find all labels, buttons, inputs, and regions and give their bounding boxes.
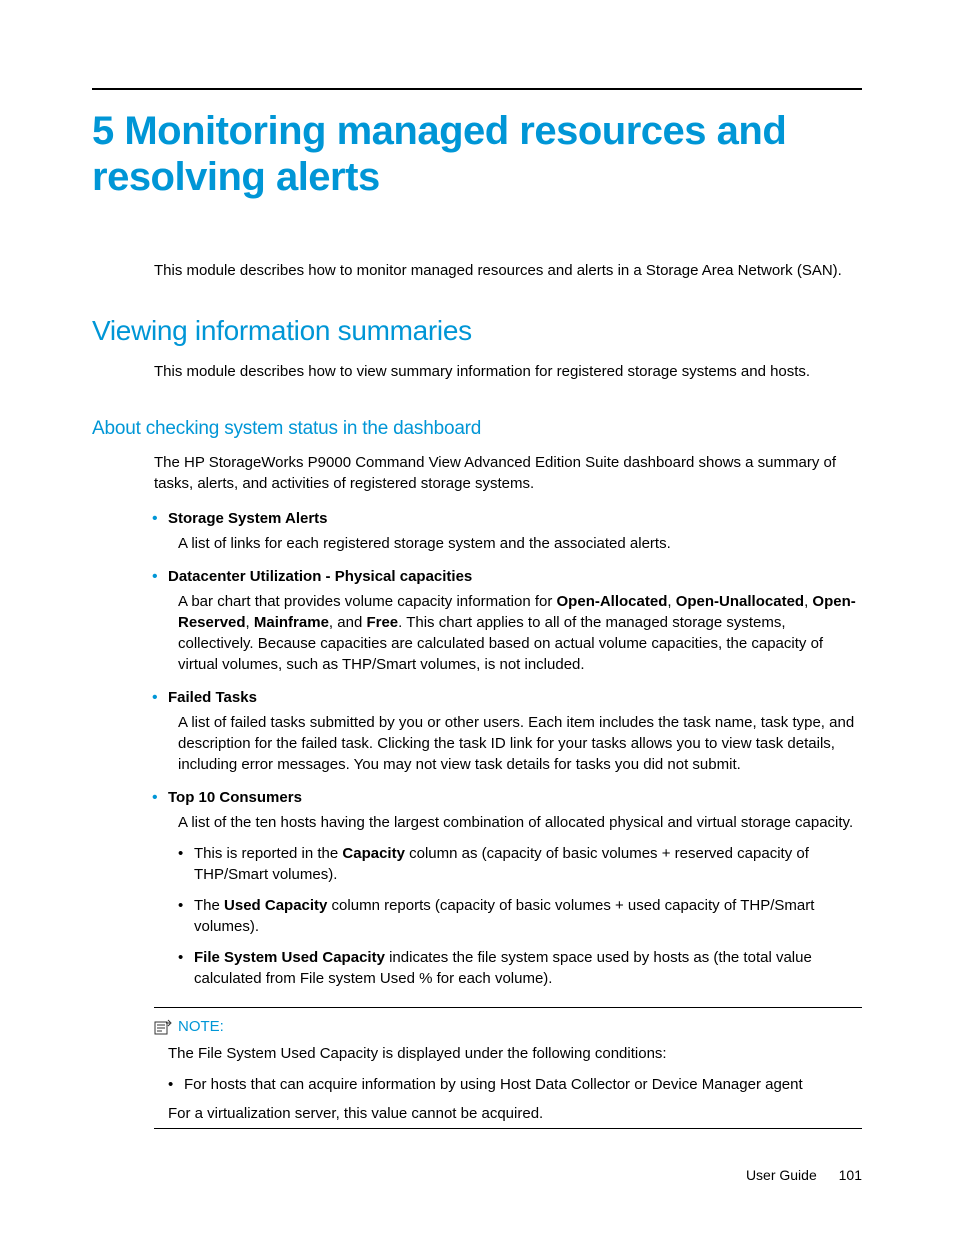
note-header: NOTE: [154,1018,862,1035]
item-title: Top 10 Consumers [168,787,862,808]
note-rule-bottom [154,1128,862,1129]
top-rule [92,88,862,90]
item-title: Storage System Alerts [168,508,862,529]
section-text: This module describes how to view summar… [154,361,862,382]
note-list: For hosts that can acquire information b… [184,1074,862,1095]
item-body: A list of failed tasks submitted by you … [178,712,862,775]
page-number: 101 [839,1167,862,1183]
note-closing: For a virtualization server, this value … [168,1105,862,1122]
subsection-heading-dashboard: About checking system status in the dash… [92,418,862,440]
item-title: Datacenter Utilization - Physical capaci… [168,566,862,587]
item-body: A list of the ten hosts having the large… [178,812,862,833]
footer-label: User Guide [746,1167,817,1183]
note-list-item: For hosts that can acquire information b… [184,1074,862,1095]
page-footer: User Guide 101 [746,1167,862,1183]
nested-item: File System Used Capacity indicates the … [194,947,862,989]
nested-item: This is reported in the Capacity column … [194,843,862,885]
note-text: The File System Used Capacity is display… [168,1043,862,1064]
section-heading-viewing-summaries: Viewing information summaries [92,315,862,347]
item-body: A bar chart that provides volume capacit… [178,591,862,675]
nested-list: This is reported in the Capacity column … [194,843,862,989]
note-label: NOTE: [178,1018,224,1035]
subsection-intro: The HP StorageWorks P9000 Command View A… [154,452,862,494]
list-item: Datacenter Utilization - Physical capaci… [168,566,862,675]
dashboard-items-list: Storage System Alerts A list of links fo… [168,508,862,989]
page-content: 5 Monitoring managed resources and resol… [0,0,954,1189]
nested-item: The Used Capacity column reports (capaci… [194,895,862,937]
list-item: Failed Tasks A list of failed tasks subm… [168,687,862,775]
item-body: A list of links for each registered stor… [178,533,862,554]
chapter-title: 5 Monitoring managed resources and resol… [92,108,862,200]
list-item: Top 10 Consumers A list of the ten hosts… [168,787,862,989]
note-icon [154,1019,172,1035]
chapter-intro: This module describes how to monitor man… [154,260,862,281]
note-rule-top [154,1007,862,1008]
list-item: Storage System Alerts A list of links fo… [168,508,862,554]
item-title: Failed Tasks [168,687,862,708]
